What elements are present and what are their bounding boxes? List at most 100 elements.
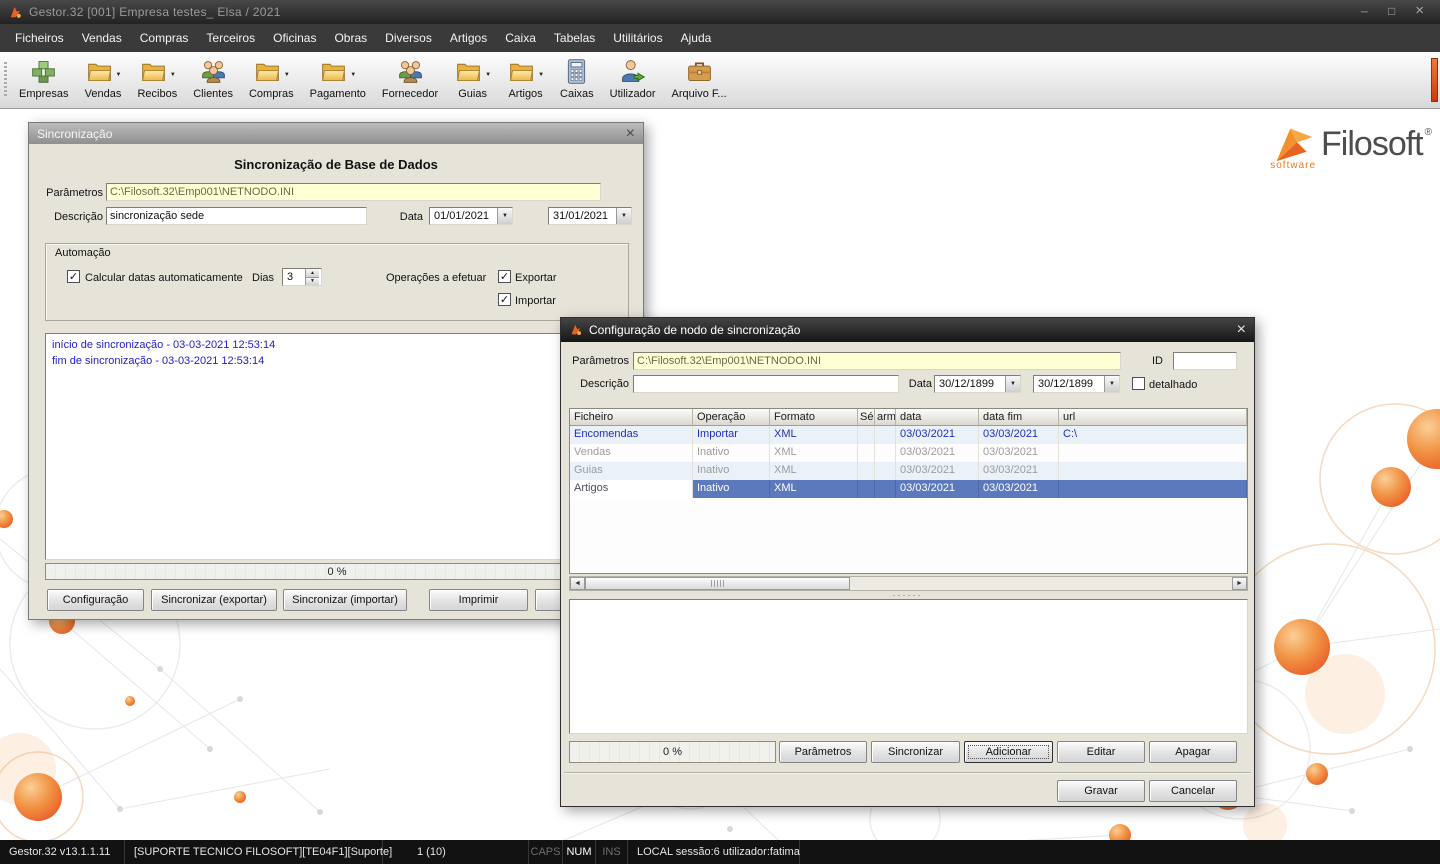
toolbar-artigos[interactable]: Artigos — [499, 52, 552, 108]
toolbar-caixas[interactable]: Caixas — [552, 52, 602, 108]
toolbar-utilizador[interactable]: Utilizador — [602, 52, 664, 108]
toolbar-recibos[interactable]: Recibos — [129, 52, 185, 108]
column-header[interactable]: Ficheiro — [570, 409, 693, 425]
toolbar-arquivo[interactable]: Arquivo F... — [664, 52, 735, 108]
node-progress-bar: 0 % — [569, 741, 776, 763]
description-input[interactable] — [633, 375, 899, 393]
briefcase-icon — [685, 57, 714, 86]
menu-ajuda[interactable]: Ajuda — [672, 25, 721, 51]
status-num: NUM — [563, 840, 596, 864]
clients-icon — [199, 57, 228, 86]
sincronizar-importar-button[interactable]: Sincronizar (importar) — [283, 589, 407, 611]
dropdown-arrow-icon[interactable] — [484, 65, 491, 79]
editar-button[interactable]: Editar — [1057, 741, 1145, 763]
table-row[interactable]: Vendas Inativo XML 03/03/2021 03/03/2021 — [570, 444, 1247, 462]
dropdown-arrow-icon[interactable] — [349, 65, 356, 79]
date-to-select[interactable]: 31/01/2021 — [548, 207, 632, 225]
sincronizar-exportar-button[interactable]: Sincronizar (exportar) — [151, 589, 277, 611]
menu-diversos[interactable]: Diversos — [376, 25, 441, 51]
close-icon[interactable] — [1415, 0, 1424, 24]
minimize-icon[interactable] — [1361, 0, 1368, 24]
dropdown-arrow-icon[interactable] — [169, 65, 176, 79]
toolbar-guias[interactable]: Guias — [446, 52, 499, 108]
menu-oficinas[interactable]: Oficinas — [264, 25, 325, 51]
cancelar-button[interactable]: Cancelar — [1149, 780, 1237, 802]
table-row[interactable]: Encomendas Importar XML 03/03/2021 03/03… — [570, 426, 1247, 444]
status-version: Gestor.32 v13.1.1.11 — [0, 840, 125, 864]
scroll-right-icon[interactable] — [1232, 577, 1247, 590]
splitter-handle[interactable] — [561, 592, 1254, 598]
days-label: Dias — [252, 271, 274, 285]
chevron-down-icon[interactable] — [616, 208, 631, 224]
date-from-select[interactable]: 01/01/2021 — [429, 207, 513, 225]
scroll-left-icon[interactable] — [570, 577, 585, 590]
folder-icon — [85, 57, 114, 86]
menu-vendas[interactable]: Vendas — [73, 25, 131, 51]
column-header[interactable]: Operação — [693, 409, 770, 425]
configuracao-button[interactable]: Configuração — [47, 589, 144, 611]
horizontal-scrollbar[interactable] — [569, 576, 1248, 591]
id-input[interactable] — [1173, 352, 1237, 370]
chevron-down-icon[interactable] — [1104, 376, 1119, 392]
user-icon — [618, 57, 647, 86]
detail-textarea[interactable] — [569, 599, 1248, 734]
spin-down-icon[interactable] — [306, 278, 319, 286]
spin-up-icon[interactable] — [306, 269, 319, 278]
table-row[interactable]: Guias Inativo XML 03/03/2021 03/03/2021 — [570, 462, 1247, 480]
menu-caixa[interactable]: Caixa — [496, 25, 545, 51]
table-cell — [875, 426, 896, 444]
node-dialog-close-icon[interactable] — [1237, 322, 1246, 338]
node-dialog-titlebar[interactable]: Configuração de nodo de sincronização — [561, 318, 1254, 342]
gravar-button[interactable]: Gravar — [1057, 780, 1145, 802]
export-checkbox[interactable] — [498, 270, 511, 283]
chevron-down-icon[interactable] — [1005, 376, 1020, 392]
sync-dialog-titlebar[interactable]: Sincronização — [29, 123, 643, 144]
date-from-select[interactable]: 30/12/1899 — [934, 375, 1021, 393]
menu-utilitarios[interactable]: Utilitários — [604, 25, 671, 51]
scrollbar-thumb[interactable] — [585, 577, 850, 590]
toolbar-empresas[interactable]: Empresas — [11, 52, 77, 108]
params-input[interactable] — [106, 183, 601, 201]
params-input[interactable] — [633, 352, 1121, 370]
column-header[interactable]: url — [1059, 409, 1247, 425]
menu-tabelas[interactable]: Tabelas — [545, 25, 604, 51]
dropdown-arrow-icon[interactable] — [537, 65, 544, 79]
chevron-down-icon[interactable] — [497, 208, 512, 224]
column-header[interactable]: data fim — [979, 409, 1059, 425]
menu-artigos[interactable]: Artigos — [441, 25, 496, 51]
import-checkbox[interactable] — [498, 293, 511, 306]
column-header[interactable]: data — [896, 409, 979, 425]
menu-terceiros[interactable]: Terceiros — [197, 25, 264, 51]
date-to-select[interactable]: 30/12/1899 — [1033, 375, 1120, 393]
toolbar-label: Clientes — [193, 88, 233, 100]
toolbar-fornecedor[interactable]: Fornecedor — [374, 52, 446, 108]
menu-ficheiros[interactable]: Ficheiros — [6, 25, 73, 51]
menu-compras[interactable]: Compras — [131, 25, 198, 51]
auto-dates-checkbox[interactable] — [67, 270, 80, 283]
dropdown-arrow-icon[interactable] — [283, 65, 290, 79]
parametros-button[interactable]: Parâmetros — [779, 741, 867, 763]
sincronizar-button[interactable]: Sincronizar — [871, 741, 960, 763]
table-cell: Inativo — [693, 480, 770, 498]
description-input[interactable] — [106, 207, 367, 225]
days-stepper[interactable]: 3 — [282, 268, 322, 286]
toolbar-pagamento[interactable]: Pagamento — [302, 52, 374, 108]
toolbar-compras[interactable]: Compras — [241, 52, 302, 108]
toolbar-clientes[interactable]: Clientes — [185, 52, 241, 108]
imprimir-button[interactable]: Imprimir — [429, 589, 528, 611]
apagar-button[interactable]: Apagar — [1149, 741, 1237, 763]
column-header[interactable]: Sér — [858, 409, 875, 425]
adicionar-button[interactable]: Adicionar — [964, 741, 1053, 763]
menu-obras[interactable]: Obras — [325, 25, 376, 51]
column-header[interactable]: arm — [875, 409, 896, 425]
table-row-selected[interactable]: Artigos Inativo XML 03/03/2021 03/03/202… — [570, 480, 1247, 498]
table-cell: Inativo — [693, 462, 770, 480]
toolbar-vendas[interactable]: Vendas — [77, 52, 130, 108]
dropdown-arrow-icon[interactable] — [115, 65, 122, 79]
sync-dialog-close-icon[interactable] — [626, 126, 635, 142]
column-header[interactable]: Formato — [770, 409, 858, 425]
maximize-icon[interactable] — [1388, 0, 1395, 24]
table-cell: Artigos — [570, 480, 693, 498]
logo-name: Filosoft — [1321, 125, 1423, 163]
detalhado-checkbox[interactable] — [1132, 377, 1145, 390]
